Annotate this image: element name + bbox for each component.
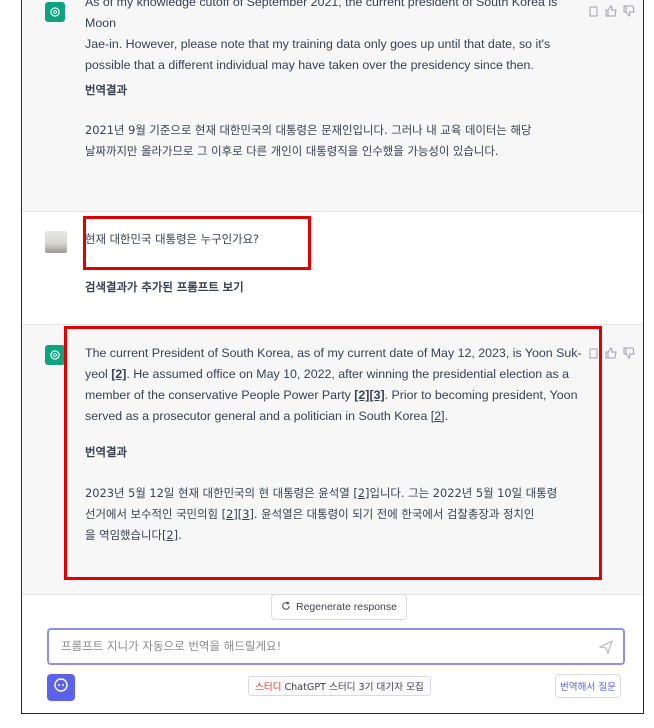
answer-text: The current President of South Korea, as… — [85, 346, 582, 360]
chat-window: As of my knowledge cutoff of September 2… — [21, 0, 644, 714]
prev-answer-ko-line: 2021년 9월 기준으로 현재 대한민국의 대통령은 문재인입니다. 그러나 … — [85, 123, 532, 137]
prev-answer-ko-line: 날짜까지만 올라가므로 그 이후로 다른 개인이 대통령직을 인수했을 가능성이… — [85, 144, 499, 158]
answer-ko-line: 을 역임했습니다[2]. — [85, 525, 585, 546]
answer-line: member of the conservative People Power … — [85, 385, 585, 406]
answer-text: served as a prosecutor general and a pol… — [85, 409, 431, 423]
user-message: 현재 대한민국 대통령은 누구인가요? 검색결과가 추가된 프롬프트 보기 — [22, 212, 643, 325]
translation-heading: 번역결과 — [85, 83, 127, 97]
answer-korean: 2023년 5월 12일 현재 대한민국의 현 대통령은 윤석열 [2]입니다.… — [85, 483, 585, 546]
prev-answer-english: As of my knowledge cutoff of September 2… — [85, 0, 585, 76]
answer-text: yeol — [85, 367, 112, 381]
see-prompt-link[interactable]: 검색결과가 추가된 프롬프트 보기 — [85, 277, 585, 298]
answer-line: The current President of South Korea, as… — [85, 343, 585, 364]
regenerate-label: Regenerate response — [296, 601, 397, 613]
answer-text: . He assumed office on May 10, 2022, aft… — [126, 367, 570, 381]
answer-ko-text: . — [178, 528, 182, 542]
answer-ko-text: 입니다. 그는 2022년 5월 10일 대통령 — [369, 486, 558, 500]
translate-question-button[interactable]: 번역해서 질문 — [555, 674, 621, 698]
prev-answer-korean: 2021년 9월 기준으로 현재 대한민국의 대통령은 문재인입니다. 그러나 … — [85, 120, 585, 162]
send-icon[interactable] — [598, 639, 613, 655]
openai-logo-icon — [45, 2, 65, 22]
answer-ko-line: 2023년 5월 12일 현재 대한민국의 현 대통령은 윤석열 [2]입니다.… — [85, 483, 585, 504]
openai-logo-icon — [45, 345, 65, 365]
prompt-input[interactable] — [61, 639, 581, 653]
answer-line: yeol [2]. He assumed office on May 10, 2… — [85, 364, 585, 385]
answer-ko-text: . 윤석열은 대통령이 되기 전에 한국에서 검찰총장과 정치인 — [253, 507, 535, 521]
assistant-message: The current President of South Korea, as… — [22, 325, 643, 595]
answer-ko-text: 2023년 5월 12일 현재 대한민국의 현 대통령은 윤석열 — [85, 486, 354, 500]
thumbs-down-icon[interactable] — [623, 4, 635, 17]
prev-answer-line: As of my knowledge cutoff of September 2… — [85, 0, 558, 30]
answer-text: member of the conservative People Power … — [85, 388, 355, 402]
thumbs-up-icon[interactable] — [605, 346, 617, 359]
answer-text: . Prior to becoming president, Yoon — [384, 388, 578, 402]
promo-tag: 스터디 — [255, 682, 282, 693]
citation-link[interactable]: [3] — [369, 388, 384, 402]
assistant-message-previous: As of my knowledge cutoff of September 2… — [22, 0, 643, 212]
prev-answer-line: possible that a different individual may… — [85, 58, 534, 72]
citation-link[interactable]: [2] — [111, 367, 126, 381]
message-actions — [587, 4, 635, 17]
user-avatar — [45, 231, 67, 253]
answer-ko-line: 선거에서 보수적인 국민의힘 [2][3]. 윤석열은 대통령이 되기 전에 한… — [85, 504, 585, 525]
translation-heading: 번역결과 — [85, 445, 127, 459]
citation-link[interactable]: [3] — [238, 507, 254, 521]
answer-ko-text: 선거에서 보수적인 국민의힘 — [85, 507, 222, 521]
thumbs-up-icon[interactable] — [605, 4, 617, 17]
prompt-input-box[interactable] — [47, 628, 625, 665]
user-question-text: 현재 대한민국 대통령은 누구인가요? — [85, 232, 260, 246]
promo-banner[interactable]: 스터디 ChatGPT 스터디 3기 대기자 모집 — [248, 676, 431, 696]
regenerate-button[interactable]: Regenerate response — [271, 594, 407, 620]
citation-link[interactable]: [2] — [353, 486, 369, 500]
answer-line: served as a prosecutor general and a pol… — [85, 406, 585, 427]
promo-text: ChatGPT 스터디 3기 대기자 모집 — [284, 682, 424, 693]
answer-english: The current President of South Korea, as… — [85, 343, 585, 427]
answer-text: . — [444, 409, 449, 423]
citation-link[interactable]: [2] — [431, 409, 445, 423]
message-actions — [587, 346, 635, 359]
thumbs-down-icon[interactable] — [623, 346, 635, 359]
copy-icon[interactable] — [587, 4, 599, 17]
bot-button[interactable] — [47, 674, 75, 701]
refresh-icon — [281, 600, 291, 614]
citation-link[interactable]: [2] — [354, 388, 369, 402]
prev-answer-line: Jae-in. However, please note that my tra… — [85, 37, 551, 51]
answer-ko-text: 을 역임했습니다 — [85, 528, 162, 542]
citation-link[interactable]: [2] — [222, 507, 238, 521]
citation-link[interactable]: [2] — [162, 528, 178, 542]
bot-icon — [53, 677, 69, 698]
copy-icon[interactable] — [587, 346, 599, 359]
